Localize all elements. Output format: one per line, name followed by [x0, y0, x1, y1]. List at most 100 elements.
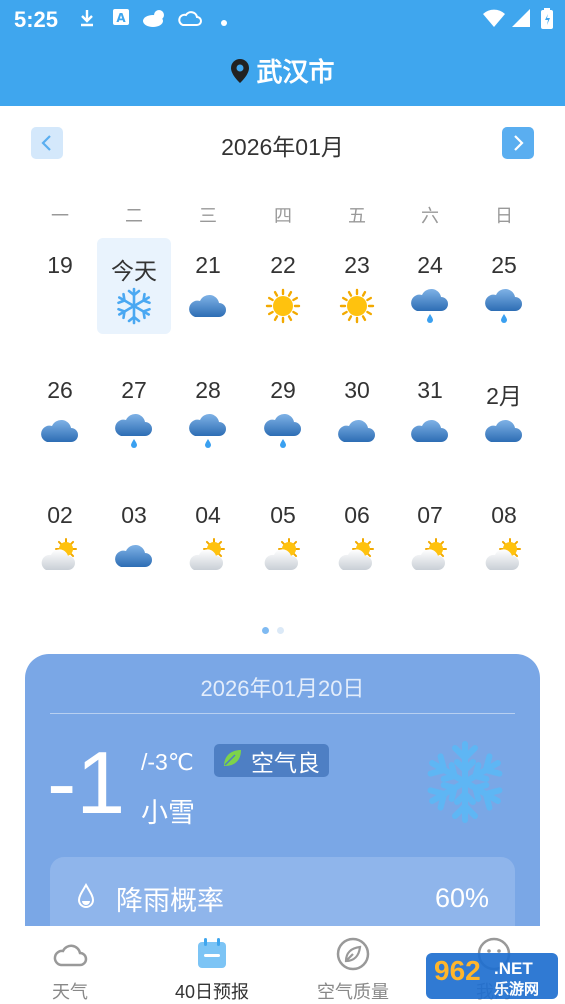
calendar-day[interactable]: 27 [97, 363, 171, 459]
air-quality-text: 空气良 [251, 749, 320, 776]
calendar-day[interactable]: 25 [467, 238, 541, 334]
calendar-day[interactable]: 23 [320, 238, 394, 334]
calendar-icon [198, 938, 226, 968]
day-label: 21 [195, 252, 221, 278]
day-detail-card: 2026年01月20日 -1 /-3℃ 空气良 小雪 降雨概率 60% [25, 654, 540, 944]
location-pin-icon [230, 58, 250, 91]
partly-cloudy-icon [410, 536, 450, 576]
tab-air-quality-label: 空气质量 [317, 982, 389, 1002]
rain-cloud-icon [263, 411, 303, 451]
calendar-day[interactable]: 19 [23, 238, 97, 334]
calendar-day[interactable]: 02 [23, 488, 97, 584]
cloud-icon [337, 411, 377, 451]
tab-air-quality[interactable]: 空气质量 [293, 926, 413, 1004]
header-bar: 5:25 A 武汉市 [0, 0, 565, 106]
calendar-day[interactable]: 24 [393, 238, 467, 334]
day-label: 02 [47, 502, 73, 528]
page-indicator [262, 621, 292, 639]
divider [50, 713, 515, 714]
cloud-status-icon [177, 8, 203, 33]
cloud-icon [40, 411, 80, 451]
calendar-day[interactable]: 22 [246, 238, 320, 334]
leaf-icon [221, 747, 243, 775]
weekday-label: 日 [495, 206, 513, 226]
tab-weather-label: 天气 [52, 982, 88, 1002]
day-label: 08 [491, 502, 517, 528]
app-icon: A [112, 8, 130, 31]
day-label: 04 [195, 502, 221, 528]
month-title: 2026年01月 [221, 134, 344, 160]
tab-40day-forecast[interactable]: 40日预报 [152, 926, 272, 1004]
watermark-text-3: 乐游网 [494, 981, 540, 998]
status-bar: 5:25 A [0, 0, 565, 38]
calendar-day[interactable]: 04 [171, 488, 245, 584]
city-title[interactable]: 武汉市 [0, 52, 565, 91]
day-label: 30 [344, 377, 370, 403]
weekday-label: 六 [421, 206, 439, 226]
day-label: 27 [121, 377, 147, 403]
tab-weather[interactable]: 天气 [10, 926, 130, 1004]
day-label: 31 [417, 377, 443, 403]
weekday-label: 五 [348, 206, 366, 226]
calendar-day[interactable]: 06 [320, 488, 394, 584]
calendar-day[interactable]: 26 [23, 363, 97, 459]
weekday-label: 四 [274, 206, 292, 226]
calendar-day[interactable]: 29 [246, 363, 320, 459]
day-label: 24 [417, 252, 443, 278]
calendar-day[interactable]: 03 [97, 488, 171, 584]
day-label: 22 [270, 252, 296, 278]
page-dot-active [262, 627, 269, 634]
rain-probability-label: 降雨概率 [116, 886, 224, 916]
rain-probability-value: 60% [434, 883, 489, 913]
calendar-day[interactable]: 07 [393, 488, 467, 584]
rain-cloud-icon [114, 411, 154, 451]
leaf-outline-icon [336, 937, 370, 971]
site-watermark-logo: 962 .NET 乐游网 [426, 953, 558, 999]
calendar-day[interactable]: 30 [320, 363, 394, 459]
day-label: 26 [47, 377, 73, 403]
rain-cloud-icon [188, 411, 228, 451]
calendar-day[interactable]: 28 [171, 363, 245, 459]
tab-40day-label: 40日预报 [174, 982, 250, 1002]
partly-cloudy-icon [40, 536, 80, 576]
chevron-right-icon [514, 135, 524, 151]
partly-cloudy-icon [188, 536, 228, 576]
cloud-icon [410, 411, 450, 451]
city-name: 武汉市 [256, 57, 335, 87]
rain-cloud-icon [484, 286, 524, 326]
calendar-day[interactable]: 2月 [467, 363, 541, 459]
water-drop-icon [76, 882, 96, 914]
calendar-day[interactable]: 05 [246, 488, 320, 584]
day-label: 03 [121, 502, 147, 528]
battery-icon [540, 8, 554, 35]
wifi-icon [482, 8, 506, 33]
signal-icon [511, 8, 531, 33]
partly-cloudy-icon [337, 536, 377, 576]
status-time: 5:25 [14, 7, 59, 32]
day-label: 06 [344, 502, 370, 528]
day-label: 29 [270, 377, 296, 403]
calendar-day[interactable]: 31 [393, 363, 467, 459]
day-label: 今天 [111, 258, 157, 284]
weather-status-icon [142, 8, 168, 33]
calendar-day-today[interactable]: 今天 [97, 238, 171, 334]
day-label: 25 [491, 252, 517, 278]
day-label: 05 [270, 502, 296, 528]
day-label: 07 [417, 502, 443, 528]
next-month-button[interactable] [502, 127, 534, 159]
rain-cloud-icon [410, 286, 450, 326]
partly-cloudy-icon [484, 536, 524, 576]
calendar-day[interactable]: 08 [467, 488, 541, 584]
cloud-icon [484, 411, 524, 451]
cloud-icon [114, 536, 154, 576]
cloud-outline-icon [53, 944, 88, 967]
detail-temp-range: /-3℃ [141, 749, 194, 775]
day-label: 28 [195, 377, 221, 403]
detail-temperature: -1 [47, 733, 126, 832]
weekday-label: 三 [199, 206, 217, 226]
detail-condition: 小雪 [141, 798, 195, 828]
sun-icon [337, 286, 377, 326]
sun-icon [263, 286, 303, 326]
dot-icon [220, 11, 228, 32]
calendar-day[interactable]: 21 [171, 238, 245, 334]
